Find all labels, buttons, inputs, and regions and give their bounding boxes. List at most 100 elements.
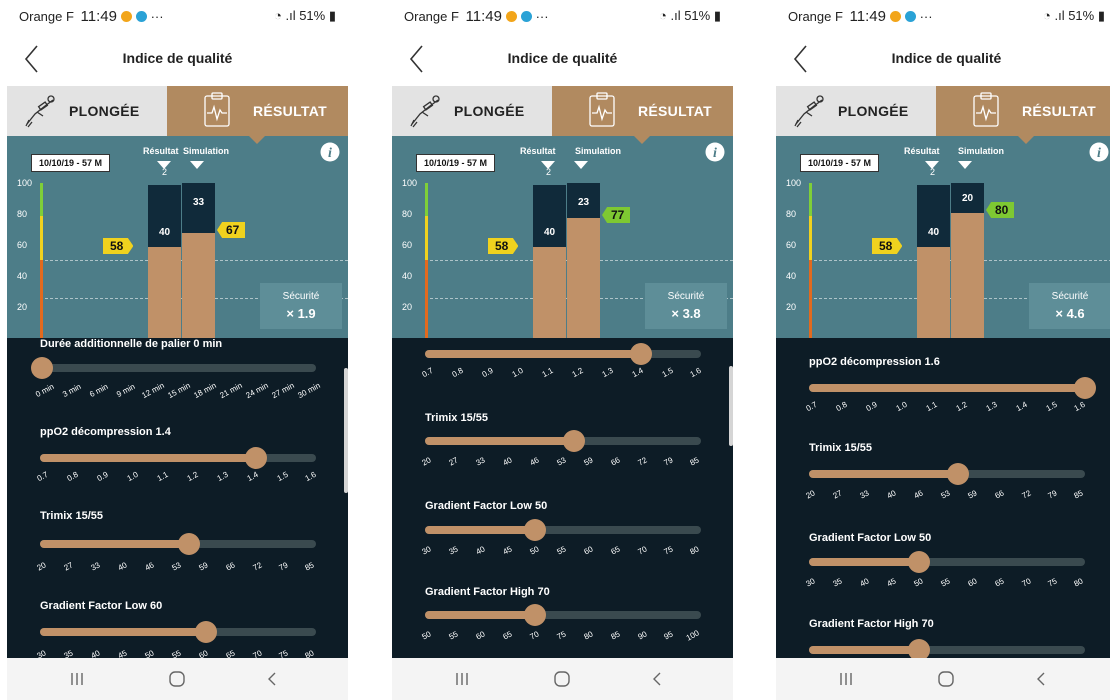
home-icon[interactable] (936, 669, 956, 689)
clipboard-pulse-icon (204, 92, 230, 127)
tab-resultat[interactable]: RÉSULTAT (167, 86, 348, 136)
scale-yellow (809, 216, 812, 260)
tick-label: 20 (420, 455, 433, 468)
tick-label: 30 min (296, 380, 322, 401)
slider-thumb[interactable] (245, 447, 267, 469)
recent-apps-icon[interactable] (836, 669, 856, 689)
info-icon[interactable]: i (320, 142, 340, 162)
tick-label: 1.1 (155, 469, 170, 484)
slider-thumb[interactable] (947, 463, 969, 485)
trimix-slider[interactable] (425, 430, 701, 452)
slider-thumb[interactable] (1074, 377, 1096, 399)
active-tab-pointer (1018, 136, 1034, 144)
tick-label: 85 (688, 455, 701, 468)
back-nav-icon[interactable] (647, 669, 667, 689)
ppo2-slider[interactable] (40, 447, 316, 469)
slider-thumb[interactable] (178, 533, 200, 555)
tick-label: 53 (170, 560, 183, 573)
tick-label: 1.0 (125, 469, 140, 484)
scrollbar[interactable] (729, 366, 733, 446)
result-bar (917, 247, 950, 338)
app-header: Indice de qualité (7, 32, 348, 86)
back-nav-icon[interactable] (1031, 669, 1051, 689)
setting-label: Gradient Factor Low 50 (425, 500, 548, 512)
simulation-score-flag: 77 (602, 207, 631, 223)
slider-thumb[interactable] (908, 639, 930, 658)
tick-label: 45 (116, 648, 129, 658)
gf-low-slider[interactable] (40, 621, 316, 643)
tick-label: 0.7 (804, 399, 819, 414)
status-time: 11:49 (849, 8, 886, 25)
trimix-slider[interactable] (40, 533, 316, 555)
tick-label: 100 (684, 628, 701, 643)
tab-resultat[interactable]: RÉSULTAT (552, 86, 733, 136)
tick-label: 3 min (61, 381, 83, 400)
tick-label: 46 (912, 488, 925, 501)
tick-label: 12 min (140, 380, 166, 401)
simulation-marker-icon (574, 161, 588, 169)
tick-label: 0.8 (834, 399, 849, 414)
simulation-marker-icon (958, 161, 972, 169)
security-value: × 1.9 (286, 306, 316, 321)
tick-label: 59 (582, 455, 595, 468)
tick-label: 9 min (115, 381, 137, 400)
tab-plongee[interactable]: PLONGÉE (7, 86, 167, 136)
android-nav-bar (7, 658, 348, 700)
svg-text:i: i (1097, 146, 1101, 161)
trimix-slider[interactable] (809, 463, 1085, 485)
settings-panel: Durée additionnelle de palier 0 min 0 mi… (7, 338, 348, 658)
slider-thumb[interactable] (630, 343, 652, 365)
back-nav-icon[interactable] (262, 669, 282, 689)
slider-thumb[interactable] (563, 430, 585, 452)
tick-label: 55 (170, 648, 183, 658)
home-icon[interactable] (167, 669, 187, 689)
tick-label: 30 (35, 648, 48, 658)
tick-label: 27 (447, 455, 460, 468)
slider-thumb[interactable] (524, 519, 546, 541)
gf-low-slider[interactable] (425, 519, 701, 541)
setting-label: Trimix 15/55 (40, 510, 103, 522)
palier-slider[interactable] (31, 357, 316, 379)
setting-label: Gradient Factor Low 50 (809, 532, 932, 544)
android-nav-bar (776, 658, 1110, 700)
scale-label: 100 (402, 178, 418, 188)
slider-thumb[interactable] (195, 621, 217, 643)
settings-panel: ppO2 décompression 1.6 0.7 0.8 0.9 1.0 1… (776, 338, 1110, 658)
scale-green (425, 183, 428, 216)
setting-label: ppO2 décompression 1.4 (40, 426, 171, 438)
info-icon[interactable]: i (705, 142, 725, 162)
tab-resultat[interactable]: RÉSULTAT (936, 86, 1110, 136)
slider-thumb[interactable] (524, 604, 546, 626)
recent-apps-icon[interactable] (452, 669, 472, 689)
simulation-bar (567, 218, 600, 338)
tick-label: 60 (474, 629, 487, 642)
battery-level: 51% (684, 8, 711, 23)
page-title: Indice de qualité (891, 50, 1002, 66)
carrier-name: Orange F (788, 9, 843, 24)
tab-plongee[interactable]: PLONGÉE (776, 86, 936, 136)
gf-high-slider[interactable] (809, 639, 1085, 658)
battery-level: 51% (299, 8, 326, 23)
scrollbar[interactable] (344, 368, 348, 493)
tick-label: 1.1 (924, 399, 939, 414)
tab-bar: PLONGÉE RÉSULTAT (392, 86, 733, 136)
tab-bar: PLONGÉE RÉSULTAT (7, 86, 348, 136)
tick-label: 33 (89, 560, 102, 573)
tick-label: 75 (555, 629, 568, 642)
slider-thumb[interactable] (31, 357, 53, 379)
tab-plongee[interactable]: PLONGÉE (392, 86, 552, 136)
home-icon[interactable] (552, 669, 572, 689)
ppo2-slider[interactable] (425, 343, 701, 365)
info-icon[interactable]: i (1089, 142, 1109, 162)
ppo2-slider[interactable] (809, 377, 1096, 399)
setting-label: Trimix 15/55 (425, 412, 488, 424)
recent-apps-icon[interactable] (67, 669, 87, 689)
tab-plongee-label: PLONGÉE (69, 103, 140, 119)
tick-label: 65 (224, 648, 237, 658)
gf-low-slider[interactable] (809, 551, 1085, 573)
simulation-score-flag: 80 (986, 202, 1015, 218)
slider-thumb[interactable] (908, 551, 930, 573)
app-header: Indice de qualité (776, 32, 1110, 86)
tick-label: 55 (555, 544, 568, 557)
gf-high-slider[interactable] (425, 604, 701, 626)
